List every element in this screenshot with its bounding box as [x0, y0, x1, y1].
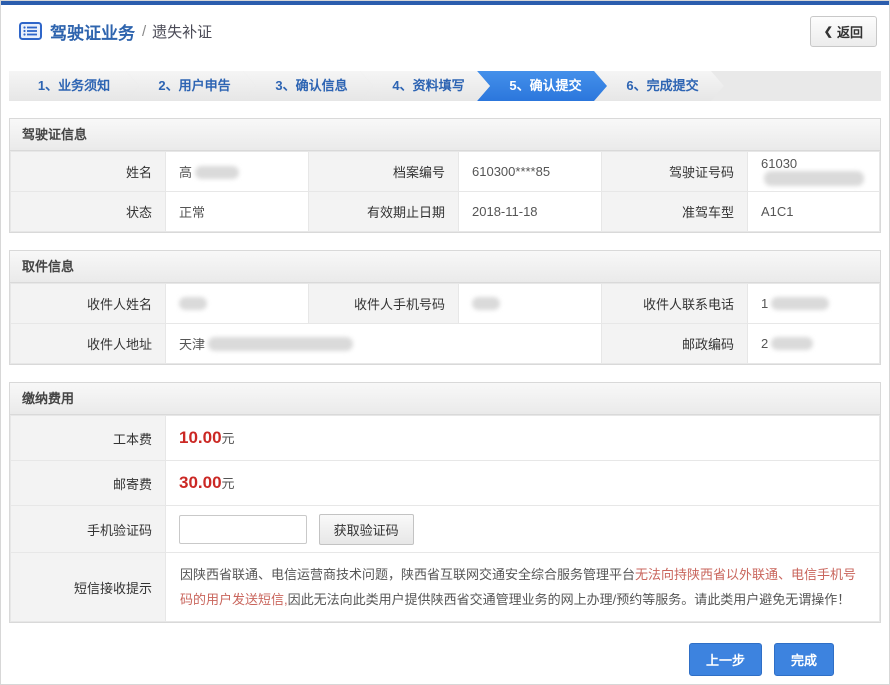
- step-tab-4-label: 4、资料填写: [392, 78, 464, 93]
- page-header: 驾驶证业务 / 遗失补证 ❮ 返回: [1, 5, 889, 57]
- table-row: 短信接收提示 因陕西省联通、电信运营商技术问题，陕西省互联网交通安全综合服务管理…: [11, 553, 880, 622]
- field-value: 高: [166, 152, 309, 192]
- table-row: 收件人地址 天津 邮政编码 2: [11, 324, 880, 364]
- field-label: 姓名: [11, 152, 166, 192]
- step-tab-2-label: 2、用户申告: [158, 78, 230, 93]
- field-label: 状态: [11, 192, 166, 232]
- fee-unit: 元: [222, 476, 235, 491]
- field-value: 2018-11-18: [459, 192, 602, 232]
- field-value: 10.00元: [166, 416, 880, 461]
- breadcrumb-divider: /: [142, 23, 146, 40]
- back-chevron-icon: ❮: [824, 25, 833, 38]
- masked-value-patch: [195, 166, 239, 179]
- postcode-value: 2: [761, 336, 768, 351]
- notice-part3: 因此无法向此类用户提供陕西省交通管理业务的网上办理/预约等服务。请此类用户避免无…: [288, 592, 851, 607]
- breadcrumb-current: 遗失补证: [152, 21, 212, 42]
- masked-value-patch: [208, 337, 353, 351]
- field-value: 正常: [166, 192, 309, 232]
- step-tab-6-label: 6、完成提交: [626, 78, 698, 93]
- table-row: 状态 正常 有效期止日期 2018-11-18 准驾车型 A1C1: [11, 192, 880, 232]
- field-label: 档案编号: [309, 152, 459, 192]
- pickup-info-table: 收件人姓名 收件人手机号码 收件人联系电话 1 收件人地址 天津 邮政编码 2: [10, 283, 880, 364]
- fees-table: 工本费 10.00元 邮寄费 30.00元 手机验证码 获取验证码 短信接收提示…: [10, 415, 880, 622]
- field-label: 手机验证码: [11, 506, 166, 553]
- page-title: 驾驶证业务: [50, 19, 135, 44]
- field-value: A1C1: [748, 192, 880, 232]
- notice-part1: 因陕西省联通、电信运营商技术问题，陕西省互联网交通安全综合服务管理平台: [180, 567, 635, 582]
- field-value: 2: [748, 324, 880, 364]
- license-number-value: 61030: [761, 156, 797, 171]
- table-row: 工本费 10.00元: [11, 416, 880, 461]
- field-label: 准驾车型: [602, 192, 748, 232]
- field-label: 短信接收提示: [11, 553, 166, 622]
- field-value: [459, 284, 602, 324]
- pickup-section-title: 取件信息: [10, 251, 880, 283]
- field-label: 驾驶证号码: [602, 152, 748, 192]
- field-value: [166, 284, 309, 324]
- field-label: 收件人手机号码: [309, 284, 459, 324]
- field-value: 30.00元: [166, 461, 880, 506]
- masked-value-patch: [771, 337, 813, 350]
- step-tab-3[interactable]: 3、确认信息: [243, 71, 373, 101]
- field-label: 收件人地址: [11, 324, 166, 364]
- production-fee-amount: 10.00: [179, 428, 222, 447]
- field-label: 邮寄费: [11, 461, 166, 506]
- table-row: 收件人姓名 收件人手机号码 收件人联系电话 1: [11, 284, 880, 324]
- masked-value-patch: [771, 297, 829, 310]
- page: 驾驶证业务 / 遗失补证 ❮ 返回 1、业务须知 2、用户申告 3、确认信息 4…: [0, 0, 890, 685]
- field-value: 天津: [166, 324, 602, 364]
- license-section-title: 驾驶证信息: [10, 119, 880, 151]
- license-info-table: 姓名 高 档案编号 610300****85 驾驶证号码 61030 状态 正常…: [10, 151, 880, 232]
- get-verification-code-button[interactable]: 获取验证码: [319, 514, 414, 545]
- step-tab-5-active[interactable]: 5、确认提交: [477, 71, 607, 101]
- table-row: 姓名 高 档案编号 610300****85 驾驶证号码 61030: [11, 152, 880, 192]
- field-value: 61030: [748, 152, 880, 192]
- fee-unit: 元: [222, 431, 235, 446]
- field-value: 610300****85: [459, 152, 602, 192]
- footer-actions: 上一步 完成: [1, 623, 889, 676]
- step-tab-4[interactable]: 4、资料填写: [360, 71, 490, 101]
- pickup-info-section: 取件信息 收件人姓名 收件人手机号码 收件人联系电话 1 收件人地址 天津 邮政…: [9, 250, 881, 365]
- name-value: 高: [179, 165, 192, 180]
- address-value: 天津: [179, 337, 205, 352]
- field-label: 收件人联系电话: [602, 284, 748, 324]
- sms-notice-text: 因陕西省联通、电信运营商技术问题，陕西省互联网交通安全综合服务管理平台无法向持陕…: [166, 553, 880, 622]
- back-button-label: 返回: [837, 22, 863, 41]
- field-value: 获取验证码: [166, 506, 880, 553]
- list-icon: [19, 22, 42, 40]
- step-tab-1[interactable]: 1、业务须知: [9, 71, 139, 101]
- fees-section-title: 缴纳费用: [10, 383, 880, 415]
- postage-fee-amount: 30.00: [179, 473, 222, 492]
- license-info-section: 驾驶证信息 姓名 高 档案编号 610300****85 驾驶证号码 61030…: [9, 118, 881, 233]
- fees-section: 缴纳费用 工本费 10.00元 邮寄费 30.00元 手机验证码 获取验证码 短…: [9, 382, 881, 623]
- step-tab-3-label: 3、确认信息: [275, 78, 347, 93]
- masked-value-patch: [179, 297, 207, 310]
- step-tab-1-label: 1、业务须知: [38, 78, 110, 93]
- table-row: 邮寄费 30.00元: [11, 461, 880, 506]
- field-value: 1: [748, 284, 880, 324]
- field-label: 工本费: [11, 416, 166, 461]
- field-label: 邮政编码: [602, 324, 748, 364]
- masked-value-patch: [472, 297, 500, 310]
- field-label: 有效期止日期: [309, 192, 459, 232]
- finish-button[interactable]: 完成: [774, 643, 834, 676]
- previous-step-button[interactable]: 上一步: [689, 643, 762, 676]
- masked-value-patch: [764, 171, 864, 186]
- step-tab-5-label: 5、确认提交: [509, 78, 581, 93]
- contact-phone-value: 1: [761, 296, 768, 311]
- table-row: 手机验证码 获取验证码: [11, 506, 880, 553]
- back-button[interactable]: ❮ 返回: [810, 16, 877, 47]
- wizard-steps: 1、业务须知 2、用户申告 3、确认信息 4、资料填写 5、确认提交 6、完成提…: [9, 71, 881, 101]
- step-tab-6[interactable]: 6、完成提交: [594, 71, 724, 101]
- field-label: 收件人姓名: [11, 284, 166, 324]
- verification-code-input[interactable]: [179, 515, 307, 544]
- step-tab-2[interactable]: 2、用户申告: [126, 71, 256, 101]
